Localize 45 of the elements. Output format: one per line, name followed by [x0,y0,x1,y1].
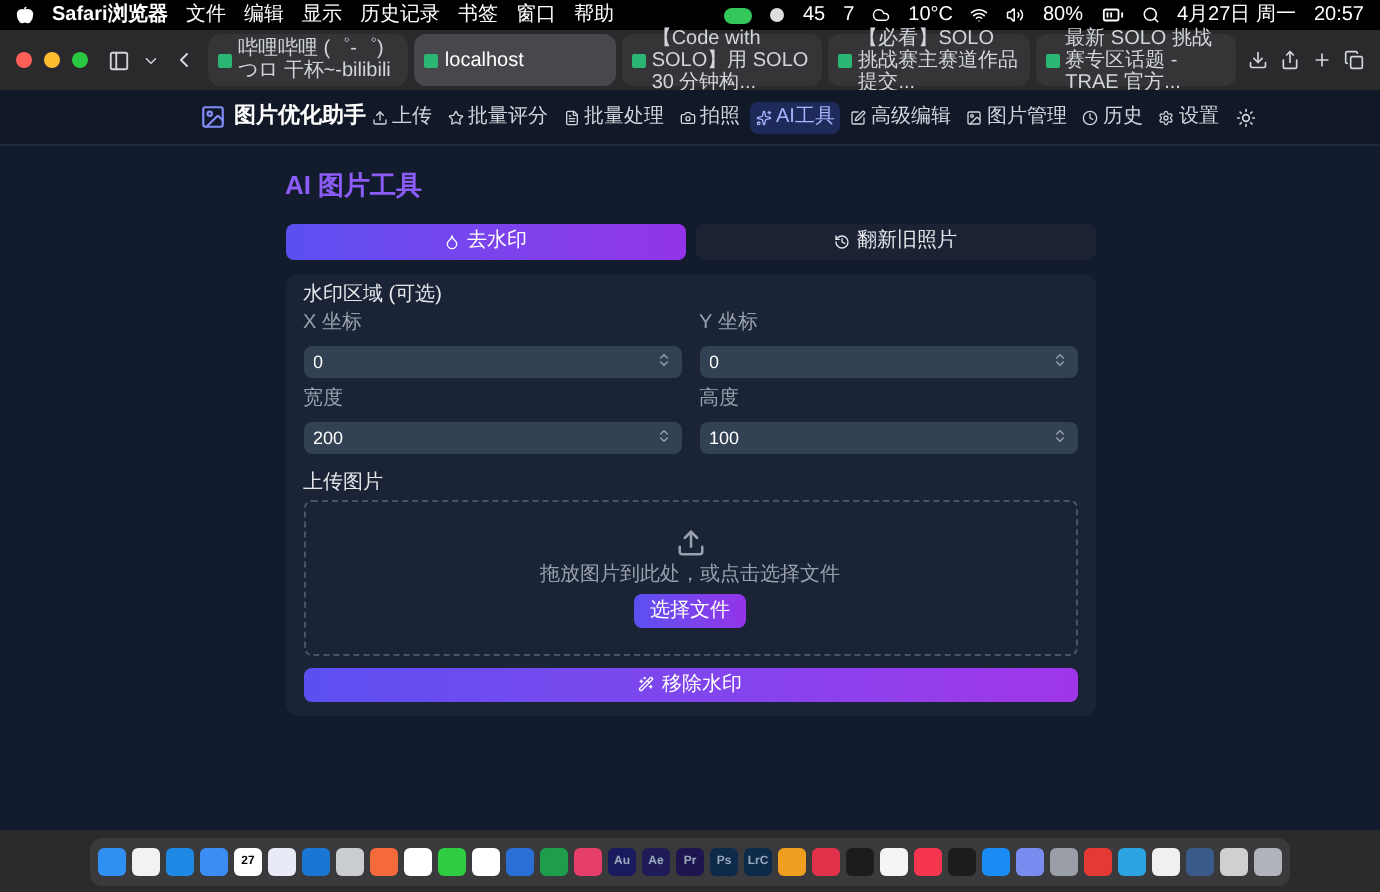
page-title: AI 图片工具 [285,168,425,204]
nav-item[interactable]: 批量处理 [558,101,670,133]
browser-tab[interactable]: localhost [414,34,616,86]
number-field[interactable]: 100 [699,421,1077,453]
nav-item[interactable]: 设置 [1152,101,1225,133]
tool-tab[interactable]: 去水印 [285,223,685,259]
tab-title: 哔哩哔哩 (゜-゜)つロ 干杯~-bilibili [238,38,393,82]
field-label: 高度 [699,387,741,409]
nav-item[interactable]: 高级编辑 [844,101,957,133]
menu-item[interactable]: 编辑 [243,5,284,25]
section-heading: 上传图片 [303,471,385,495]
number-field[interactable]: 0 [303,345,681,377]
number-field[interactable]: 0 [699,345,1077,377]
menu-item[interactable]: 历史记录 [359,5,440,25]
notes-count[interactable]: 7 [843,5,855,25]
menu-item[interactable]: 文件 [185,5,226,25]
field-label: X 坐标 [303,311,364,333]
menu-item[interactable]: 书签 [457,5,498,25]
menu-item[interactable]: 帮助 [573,5,614,25]
browser-tab[interactable]: 哔哩哔哩 (゜-゜)つロ 干杯~-bilibili [208,34,409,86]
menu-date[interactable]: 4月27日 周一 [1177,5,1296,25]
nav-item[interactable]: 拍照 [674,101,746,133]
remove-watermark-button[interactable]: 移除水印 [303,667,1077,701]
field-label: Y 坐标 [699,311,760,333]
section-heading: 水印区域 (可选) [303,283,444,307]
menu-item[interactable]: 窗口 [515,5,556,25]
nav-item[interactable]: AI工具 [750,101,841,133]
wechat-count[interactable]: 45 [802,5,826,25]
weather-reading[interactable]: 10°C [908,5,953,25]
drop-hint: 拖放图片到此处，或点击选择文件 [540,565,840,585]
choose-file-button[interactable]: 选择文件 [634,593,746,627]
nav-item[interactable]: 历史 [1076,101,1149,133]
menu-app-name[interactable]: Safari浏览器 [52,5,168,25]
drop-zone[interactable]: 拖放图片到此处，或点击选择文件 选择文件 [303,499,1077,655]
number-field[interactable]: 200 [303,421,681,453]
battery-reading[interactable]: 80% [1042,5,1083,25]
menu-time[interactable]: 20:57 [1313,5,1364,25]
nav-item[interactable]: 上传 [366,101,438,133]
tool-tab[interactable]: 翻新旧照片 [695,223,1095,259]
tab-title: localhost [444,49,524,71]
nav-item[interactable]: 图片管理 [960,101,1073,133]
menu-item[interactable]: 显示 [301,5,342,25]
field-label: 宽度 [303,387,345,409]
nav-item[interactable]: 批量评分 [442,101,554,133]
app-brand: 图片优化助手 [234,101,366,133]
